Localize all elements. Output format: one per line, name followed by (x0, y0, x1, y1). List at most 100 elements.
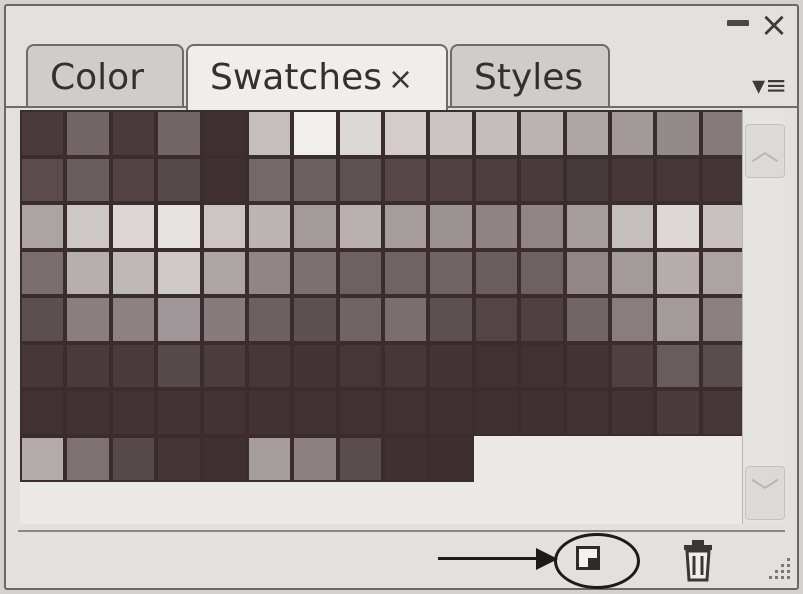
swatch-3-2[interactable] (110, 249, 157, 296)
swatch-5-13[interactable] (609, 342, 656, 389)
swatch-5-4[interactable] (201, 342, 247, 389)
swatch-5-5[interactable] (246, 342, 293, 389)
swatch-3-8[interactable] (383, 249, 429, 296)
swatch-5-12[interactable] (564, 342, 610, 389)
swatch-2-11[interactable] (519, 203, 565, 250)
swatch-7-2[interactable] (110, 435, 157, 482)
swatch-5-2[interactable] (110, 342, 157, 389)
swatch-0-0[interactable] (20, 110, 66, 157)
swatch-3-9[interactable] (428, 249, 474, 296)
tab-swatches[interactable]: Swatches × (186, 44, 448, 110)
swatch-0-13[interactable] (609, 110, 656, 157)
swatch-2-5[interactable] (246, 203, 293, 250)
swatch-2-2[interactable] (110, 203, 157, 250)
swatch-6-6[interactable] (292, 389, 338, 436)
swatch-1-14[interactable] (655, 156, 701, 203)
swatch-6-13[interactable] (609, 389, 656, 436)
swatch-1-5[interactable] (246, 156, 293, 203)
scroll-down-button[interactable]: ﹀ (745, 466, 785, 520)
swatch-0-14[interactable] (655, 110, 701, 157)
swatch-1-11[interactable] (519, 156, 565, 203)
swatch-7-4[interactable] (201, 435, 247, 482)
swatch-6-14[interactable] (655, 389, 701, 436)
swatch-5-7[interactable] (337, 342, 383, 389)
swatch-3-4[interactable] (201, 249, 247, 296)
swatch-1-8[interactable] (383, 156, 429, 203)
swatch-4-14[interactable] (655, 296, 701, 343)
swatch-5-11[interactable] (519, 342, 565, 389)
swatch-3-0[interactable] (20, 249, 66, 296)
swatch-7-8[interactable] (383, 435, 429, 482)
swatch-7-0[interactable] (20, 435, 66, 482)
swatch-5-14[interactable] (655, 342, 701, 389)
swatch-2-8[interactable] (383, 203, 429, 250)
tab-styles[interactable]: Styles (450, 44, 610, 108)
swatch-3-13[interactable] (609, 249, 656, 296)
swatch-5-15[interactable] (700, 342, 746, 389)
swatch-6-5[interactable] (246, 389, 293, 436)
resize-grip-icon[interactable] (761, 552, 793, 584)
close-icon[interactable]: × (757, 8, 791, 42)
swatch-2-7[interactable] (337, 203, 383, 250)
swatch-5-3[interactable] (156, 342, 202, 389)
swatch-4-15[interactable] (700, 296, 746, 343)
swatch-4-13[interactable] (609, 296, 656, 343)
swatch-3-14[interactable] (655, 249, 701, 296)
swatch-2-15[interactable] (700, 203, 746, 250)
swatch-1-3[interactable] (156, 156, 202, 203)
swatch-4-6[interactable] (292, 296, 338, 343)
swatch-4-9[interactable] (428, 296, 474, 343)
swatch-4-8[interactable] (383, 296, 429, 343)
swatch-7-5[interactable] (246, 435, 293, 482)
swatch-1-9[interactable] (428, 156, 474, 203)
swatch-5-10[interactable] (473, 342, 520, 389)
swatch-6-9[interactable] (428, 389, 474, 436)
swatch-1-15[interactable] (700, 156, 746, 203)
swatch-6-2[interactable] (110, 389, 157, 436)
swatch-1-1[interactable] (65, 156, 111, 203)
swatch-0-9[interactable] (428, 110, 474, 157)
swatch-7-7[interactable] (337, 435, 383, 482)
scroll-up-button[interactable]: ︿ (745, 124, 785, 178)
tab-close-icon[interactable]: × (388, 62, 413, 97)
swatch-5-9[interactable] (428, 342, 474, 389)
swatch-2-1[interactable] (65, 203, 111, 250)
swatch-1-6[interactable] (292, 156, 338, 203)
swatch-2-0[interactable] (20, 203, 66, 250)
swatch-0-2[interactable] (110, 110, 157, 157)
swatch-3-1[interactable] (65, 249, 111, 296)
swatch-7-3[interactable] (156, 435, 202, 482)
swatch-6-10[interactable] (473, 389, 520, 436)
swatch-4-0[interactable] (20, 296, 66, 343)
swatch-4-7[interactable] (337, 296, 383, 343)
swatch-0-7[interactable] (337, 110, 383, 157)
swatch-2-10[interactable] (473, 203, 520, 250)
swatch-1-12[interactable] (564, 156, 610, 203)
swatch-6-11[interactable] (519, 389, 565, 436)
swatch-2-9[interactable] (428, 203, 474, 250)
swatch-6-15[interactable] (700, 389, 746, 436)
swatch-0-15[interactable] (700, 110, 746, 157)
swatch-2-12[interactable] (564, 203, 610, 250)
swatch-3-11[interactable] (519, 249, 565, 296)
swatch-6-1[interactable] (65, 389, 111, 436)
swatch-0-3[interactable] (156, 110, 202, 157)
vertical-scrollbar[interactable]: ︿ ﹀ (742, 110, 785, 524)
swatch-0-10[interactable] (473, 110, 520, 157)
swatch-4-12[interactable] (564, 296, 610, 343)
swatch-4-5[interactable] (246, 296, 293, 343)
swatch-6-3[interactable] (156, 389, 202, 436)
swatch-3-12[interactable] (564, 249, 610, 296)
swatch-6-12[interactable] (564, 389, 610, 436)
swatch-6-8[interactable] (383, 389, 429, 436)
swatch-7-9[interactable] (428, 435, 474, 482)
swatch-1-10[interactable] (473, 156, 520, 203)
swatch-6-0[interactable] (20, 389, 66, 436)
trash-icon[interactable] (678, 538, 718, 582)
swatch-1-0[interactable] (20, 156, 66, 203)
swatch-6-7[interactable] (337, 389, 383, 436)
swatch-5-1[interactable] (65, 342, 111, 389)
swatch-2-6[interactable] (292, 203, 338, 250)
swatch-0-8[interactable] (383, 110, 429, 157)
swatch-0-12[interactable] (564, 110, 610, 157)
